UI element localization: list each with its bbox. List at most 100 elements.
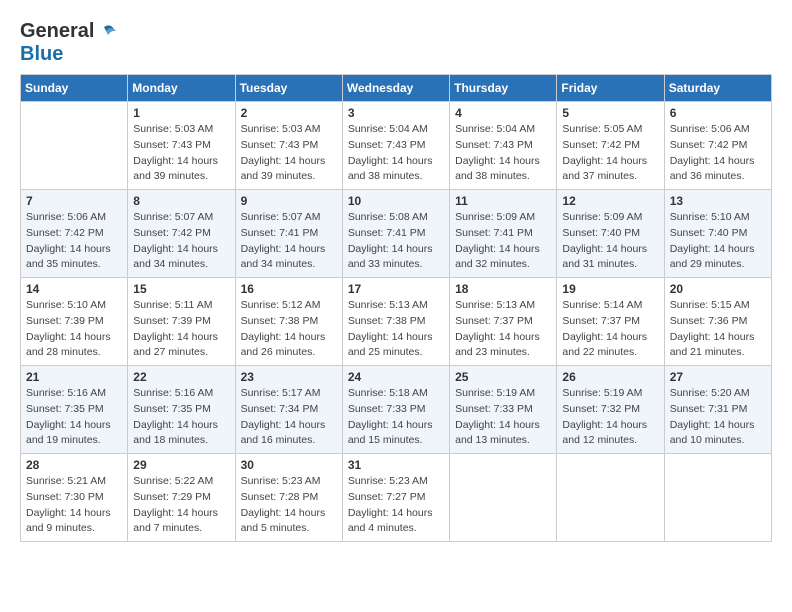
page-header: General Blue xyxy=(20,20,772,66)
logo: General Blue xyxy=(20,20,118,66)
day-info: Sunrise: 5:21 AM Sunset: 7:30 PM Dayligh… xyxy=(26,474,122,537)
calendar-week-row: 14 Sunrise: 5:10 AM Sunset: 7:39 PM Dayli… xyxy=(21,278,772,366)
day-number: 22 xyxy=(133,370,229,384)
day-info: Sunrise: 5:03 AM Sunset: 7:43 PM Dayligh… xyxy=(241,122,337,185)
calendar-cell: 16 Sunrise: 5:12 AM Sunset: 7:38 PM Dayli… xyxy=(235,278,342,366)
calendar-cell: 26Sunrise: 5:19 AM Sunset: 7:32 PM Dayli… xyxy=(557,366,664,454)
day-info: Sunrise: 5:23 AM Sunset: 7:28 PM Dayligh… xyxy=(241,474,337,537)
day-info: Sunrise: 5:14 AM Sunset: 7:37 PM Dayligh… xyxy=(562,298,658,361)
day-number: 10 xyxy=(348,194,444,208)
day-number: 18 xyxy=(455,282,551,296)
day-number: 28 xyxy=(26,458,122,472)
calendar-cell xyxy=(450,454,557,542)
calendar-cell: 17 Sunrise: 5:13 AM Sunset: 7:38 PM Dayli… xyxy=(342,278,449,366)
calendar-cell: 2Sunrise: 5:03 AM Sunset: 7:43 PM Daylig… xyxy=(235,102,342,190)
calendar-week-row: 21 Sunrise: 5:16 AM Sunset: 7:35 PM Dayli… xyxy=(21,366,772,454)
weekday-header-tuesday: Tuesday xyxy=(235,75,342,102)
calendar-cell xyxy=(557,454,664,542)
day-info: Sunrise: 5:07 AM Sunset: 7:42 PM Dayligh… xyxy=(133,210,229,273)
day-number: 21 xyxy=(26,370,122,384)
calendar-cell xyxy=(664,454,771,542)
day-number: 19 xyxy=(562,282,658,296)
day-number: 9 xyxy=(241,194,337,208)
day-number: 4 xyxy=(455,106,551,120)
day-number: 17 xyxy=(348,282,444,296)
calendar-cell: 28 Sunrise: 5:21 AM Sunset: 7:30 PM Dayli… xyxy=(21,454,128,542)
calendar-cell: 27Sunrise: 5:20 AM Sunset: 7:31 PM Dayli… xyxy=(664,366,771,454)
calendar-cell: 20 Sunrise: 5:15 AM Sunset: 7:36 PM Dayli… xyxy=(664,278,771,366)
day-info: Sunrise: 5:23 AM Sunset: 7:27 PM Dayligh… xyxy=(348,474,444,537)
calendar-cell: 1Sunrise: 5:03 AM Sunset: 7:43 PM Daylig… xyxy=(128,102,235,190)
day-info: Sunrise: 5:16 AM Sunset: 7:35 PM Dayligh… xyxy=(133,386,229,449)
day-info: Sunrise: 5:15 AM Sunset: 7:36 PM Dayligh… xyxy=(670,298,766,361)
day-number: 6 xyxy=(670,106,766,120)
calendar-cell: 18 Sunrise: 5:13 AM Sunset: 7:37 PM Dayli… xyxy=(450,278,557,366)
logo-bird-icon xyxy=(96,21,118,43)
calendar-week-row: 1Sunrise: 5:03 AM Sunset: 7:43 PM Daylig… xyxy=(21,102,772,190)
calendar-cell: 30 Sunrise: 5:23 AM Sunset: 7:28 PM Dayli… xyxy=(235,454,342,542)
day-info: Sunrise: 5:17 AM Sunset: 7:34 PM Dayligh… xyxy=(241,386,337,449)
day-info: Sunrise: 5:11 AM Sunset: 7:39 PM Dayligh… xyxy=(133,298,229,361)
day-number: 29 xyxy=(133,458,229,472)
day-info: Sunrise: 5:04 AM Sunset: 7:43 PM Dayligh… xyxy=(455,122,551,185)
day-number: 23 xyxy=(241,370,337,384)
calendar-cell: 23 Sunrise: 5:17 AM Sunset: 7:34 PM Dayli… xyxy=(235,366,342,454)
day-number: 14 xyxy=(26,282,122,296)
day-number: 11 xyxy=(455,194,551,208)
day-number: 16 xyxy=(241,282,337,296)
calendar-cell: 21 Sunrise: 5:16 AM Sunset: 7:35 PM Dayli… xyxy=(21,366,128,454)
day-info: Sunrise: 5:20 AM Sunset: 7:31 PM Dayligh… xyxy=(670,386,766,449)
calendar-header-row: SundayMondayTuesdayWednesdayThursdayFrid… xyxy=(21,75,772,102)
calendar-cell: 11 Sunrise: 5:09 AM Sunset: 7:41 PM Dayli… xyxy=(450,190,557,278)
day-info: Sunrise: 5:22 AM Sunset: 7:29 PM Dayligh… xyxy=(133,474,229,537)
day-info: Sunrise: 5:12 AM Sunset: 7:38 PM Dayligh… xyxy=(241,298,337,361)
logo-blue-text: Blue xyxy=(20,43,63,66)
day-number: 5 xyxy=(562,106,658,120)
day-number: 3 xyxy=(348,106,444,120)
day-info: Sunrise: 5:04 AM Sunset: 7:43 PM Dayligh… xyxy=(348,122,444,185)
day-number: 13 xyxy=(670,194,766,208)
calendar-cell: 25 Sunrise: 5:19 AM Sunset: 7:33 PM Dayli… xyxy=(450,366,557,454)
day-number: 25 xyxy=(455,370,551,384)
day-info: Sunrise: 5:13 AM Sunset: 7:37 PM Dayligh… xyxy=(455,298,551,361)
weekday-header-saturday: Saturday xyxy=(664,75,771,102)
day-number: 31 xyxy=(348,458,444,472)
day-info: Sunrise: 5:08 AM Sunset: 7:41 PM Dayligh… xyxy=(348,210,444,273)
weekday-header-thursday: Thursday xyxy=(450,75,557,102)
logo-general-text: General xyxy=(20,20,94,43)
calendar-cell: 19 Sunrise: 5:14 AM Sunset: 7:37 PM Dayli… xyxy=(557,278,664,366)
day-info: Sunrise: 5:06 AM Sunset: 7:42 PM Dayligh… xyxy=(670,122,766,185)
calendar-cell xyxy=(21,102,128,190)
calendar-cell: 6 Sunrise: 5:06 AM Sunset: 7:42 PM Daylig… xyxy=(664,102,771,190)
weekday-header-friday: Friday xyxy=(557,75,664,102)
calendar-cell: 5 Sunrise: 5:05 AM Sunset: 7:42 PM Daylig… xyxy=(557,102,664,190)
calendar-cell: 14 Sunrise: 5:10 AM Sunset: 7:39 PM Dayli… xyxy=(21,278,128,366)
day-number: 7 xyxy=(26,194,122,208)
day-info: Sunrise: 5:18 AM Sunset: 7:33 PM Dayligh… xyxy=(348,386,444,449)
day-info: Sunrise: 5:09 AM Sunset: 7:40 PM Dayligh… xyxy=(562,210,658,273)
day-number: 24 xyxy=(348,370,444,384)
day-number: 8 xyxy=(133,194,229,208)
day-info: Sunrise: 5:10 AM Sunset: 7:40 PM Dayligh… xyxy=(670,210,766,273)
day-number: 30 xyxy=(241,458,337,472)
day-info: Sunrise: 5:03 AM Sunset: 7:43 PM Dayligh… xyxy=(133,122,229,185)
day-number: 12 xyxy=(562,194,658,208)
day-info: Sunrise: 5:06 AM Sunset: 7:42 PM Dayligh… xyxy=(26,210,122,273)
calendar-table: SundayMondayTuesdayWednesdayThursdayFrid… xyxy=(20,74,772,542)
day-info: Sunrise: 5:19 AM Sunset: 7:33 PM Dayligh… xyxy=(455,386,551,449)
day-number: 20 xyxy=(670,282,766,296)
day-info: Sunrise: 5:10 AM Sunset: 7:39 PM Dayligh… xyxy=(26,298,122,361)
day-number: 15 xyxy=(133,282,229,296)
day-info: Sunrise: 5:05 AM Sunset: 7:42 PM Dayligh… xyxy=(562,122,658,185)
calendar-cell: 31 Sunrise: 5:23 AM Sunset: 7:27 PM Dayli… xyxy=(342,454,449,542)
weekday-header-sunday: Sunday xyxy=(21,75,128,102)
day-info: Sunrise: 5:09 AM Sunset: 7:41 PM Dayligh… xyxy=(455,210,551,273)
day-number: 26 xyxy=(562,370,658,384)
calendar-cell: 9Sunrise: 5:07 AM Sunset: 7:41 PM Daylig… xyxy=(235,190,342,278)
calendar-cell: 24 Sunrise: 5:18 AM Sunset: 7:33 PM Dayli… xyxy=(342,366,449,454)
day-info: Sunrise: 5:16 AM Sunset: 7:35 PM Dayligh… xyxy=(26,386,122,449)
weekday-header-monday: Monday xyxy=(128,75,235,102)
calendar-cell: 29 Sunrise: 5:22 AM Sunset: 7:29 PM Dayli… xyxy=(128,454,235,542)
day-info: Sunrise: 5:13 AM Sunset: 7:38 PM Dayligh… xyxy=(348,298,444,361)
calendar-cell: 4 Sunrise: 5:04 AM Sunset: 7:43 PM Daylig… xyxy=(450,102,557,190)
